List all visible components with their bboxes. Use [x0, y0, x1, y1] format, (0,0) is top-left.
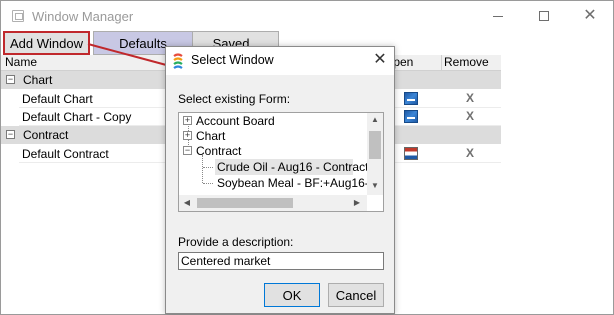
tree-connector [203, 167, 213, 168]
expand-icon[interactable]: + [183, 116, 192, 125]
scroll-right-icon[interactable]: ▶ [349, 198, 365, 207]
tree-vertical-scrollbar[interactable]: ▲ ▼ [367, 113, 383, 195]
dialog-title-bar: Select Window ✕ [166, 47, 394, 75]
tree-connector [202, 155, 203, 183]
dialog-title: Select Window [191, 53, 274, 67]
app-logo-icon [173, 53, 183, 69]
tree-horizontal-scrollbar[interactable]: ◀ ▶ [179, 195, 367, 211]
select-form-label: Select existing Form: [178, 92, 291, 106]
tree-connector [203, 183, 213, 184]
expand-icon[interactable]: + [183, 131, 192, 140]
select-window-dialog: Select Window ✕ Select existing Form: + … [165, 46, 395, 314]
tree-item-label: Contract [196, 144, 242, 158]
tree-item-soybean-meal[interactable]: Soybean Meal - BF:+Aug16-2Se [215, 175, 367, 191]
cancel-button[interactable]: Cancel [328, 283, 384, 307]
description-input[interactable] [178, 252, 384, 270]
collapse-icon[interactable]: − [183, 146, 192, 155]
scroll-down-icon[interactable]: ▼ [367, 181, 383, 190]
scroll-thumb[interactable] [369, 131, 381, 159]
form-tree[interactable]: + Account Board + Chart − Contract Crude… [178, 112, 384, 212]
callout-line-segment [87, 43, 171, 67]
scroll-left-icon[interactable]: ◀ [179, 198, 195, 207]
scroll-up-icon[interactable]: ▲ [367, 115, 383, 124]
ok-button[interactable]: OK [264, 283, 320, 307]
tree-item-label: Account Board [196, 114, 275, 128]
scroll-thumb[interactable] [197, 198, 293, 208]
tree-item-crude-oil[interactable]: Crude Oil - Aug16 - Contract [215, 159, 368, 175]
description-label: Provide a description: [178, 235, 294, 249]
tree-item-label: Soybean Meal - BF:+Aug16-2Se [217, 176, 367, 190]
dialog-close-button[interactable]: ✕ [370, 50, 390, 70]
tree-item-label: Chart [196, 129, 226, 143]
tree-item-label: Crude Oil - Aug16 - Contract [217, 160, 369, 174]
